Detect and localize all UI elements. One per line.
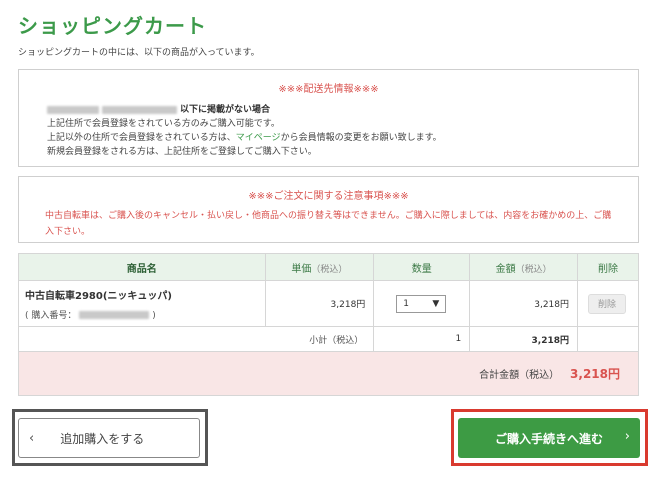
header-product-name: 商品名 (18, 253, 266, 281)
order-notice-body: 中古自転車は、ご購入後のキャンセル・払い戻し・他商品への振り替え等はできません。… (45, 211, 612, 237)
subtotal-label: 小計（税込） (17, 326, 375, 352)
checkout-label: ご購入手続きへ進む (494, 431, 603, 446)
delete-button[interactable]: 削除 (588, 293, 626, 314)
total-amount: 3,218円 (570, 367, 620, 381)
item-amount: 3,218円 (469, 280, 578, 327)
cart-item-row: 中古自転車2980(ニッキュッパ) ( 購入番号： ) 3,218円 1 ▼ 3… (18, 280, 639, 327)
cart-table: 商品名 単価（税込） 数量 金額（税込） 削除 中古自転車2980(ニッキュッパ… (17, 253, 639, 396)
shipping-line3-b: から会員情報の変更をお願い致します。 (280, 133, 442, 143)
shipping-line1-text: 以下に掲載がない場合 (180, 105, 271, 115)
page-title: ショッピングカート (18, 14, 207, 38)
item-number-close: ) (152, 310, 156, 321)
checkout-button[interactable]: ご購入手続きへ進む › (458, 418, 640, 458)
item-purchase-number: ( 購入番号： ) (19, 308, 265, 321)
redacted-postal-code (47, 105, 99, 114)
item-name-cell: 中古自転車2980(ニッキュッパ) ( 購入番号： ) (18, 280, 266, 327)
shipping-address-line: 以下に掲載がない場合 (47, 103, 638, 117)
quantity-select[interactable]: 1 ▼ (396, 294, 447, 313)
intro-text: ショッピングカートの中には、以下の商品が入っています。 (18, 48, 260, 58)
item-number-label: ( 購入番号： (25, 310, 77, 321)
order-notice-heading: ※※※ご注文に関する注意事項※※※ (248, 191, 409, 202)
shipping-line3-a: 上記以外の住所で会員登録をされている方は、 (47, 133, 236, 143)
cart-header-row: 商品名 単価（税込） 数量 金額（税込） 削除 (18, 253, 639, 281)
header-unit-price-label: 単価 (291, 263, 312, 275)
subtotal-row: 小計（税込） 1 3,218円 (17, 326, 639, 352)
order-notice-box: ※※※ご注文に関する注意事項※※※ 中古自転車は、ご購入後のキャンセル・払い戻し… (18, 176, 639, 243)
shipping-info-heading: ※※※配送先情報※※※ (278, 84, 379, 95)
header-quantity: 数量 (373, 253, 471, 281)
header-unit-price-sub: （税込） (311, 264, 348, 275)
item-name: 中古自転車2980(ニッキュッパ) (25, 290, 172, 302)
redacted-purchase-number (79, 311, 150, 319)
item-unit-price: 3,218円 (264, 280, 375, 327)
shipping-info-body: 以下に掲載がない場合 上記住所で会員登録をされている方のみご購入可能です。 上記… (47, 103, 638, 159)
header-amount-sub: （税込） (515, 264, 552, 275)
redacted-address (102, 105, 177, 114)
chevron-left-icon: ‹ (29, 430, 35, 446)
header-amount-label: 金額 (495, 263, 516, 275)
header-unit-price: 単価（税込） (264, 253, 375, 281)
shipping-info-box: ※※※配送先情報※※※ 以下に掲載がない場合 上記住所で会員登録をされている方の… (18, 69, 639, 167)
item-delete-cell: 削除 (577, 280, 639, 327)
dropdown-triangle-icon: ▼ (432, 298, 440, 309)
shipping-line4: 新規会員登録をされる方は、上記住所をご登録してご購入下さい。 (47, 147, 317, 157)
shipping-line3: 上記以外の住所で会員登録をされている方は、マイページから会員情報の変更をお願い致… (47, 131, 638, 145)
header-amount: 金額（税込） (469, 253, 578, 281)
item-quantity-cell: 1 ▼ (373, 280, 471, 327)
subtotal-quantity: 1 (373, 326, 471, 352)
mypage-link[interactable]: マイページ (236, 133, 281, 143)
total-cell: 合計金額（税込） 3,218円 (18, 351, 639, 396)
subtotal-amount: 3,218円 (469, 326, 578, 352)
total-row: 合計金額（税込） 3,218円 (18, 351, 639, 396)
total-label: 合計金額（税込） (479, 370, 560, 381)
continue-shopping-label: 追加購入をする (60, 431, 145, 446)
header-delete: 削除 (577, 253, 639, 281)
continue-shopping-button[interactable]: ‹ 追加購入をする (18, 418, 200, 458)
quantity-value: 1 (403, 298, 410, 309)
chevron-right-icon: › (624, 429, 630, 444)
subtotal-empty-cell (577, 326, 639, 352)
shipping-line2: 上記住所で会員登録をされている方のみご購入可能です。 (47, 119, 280, 129)
